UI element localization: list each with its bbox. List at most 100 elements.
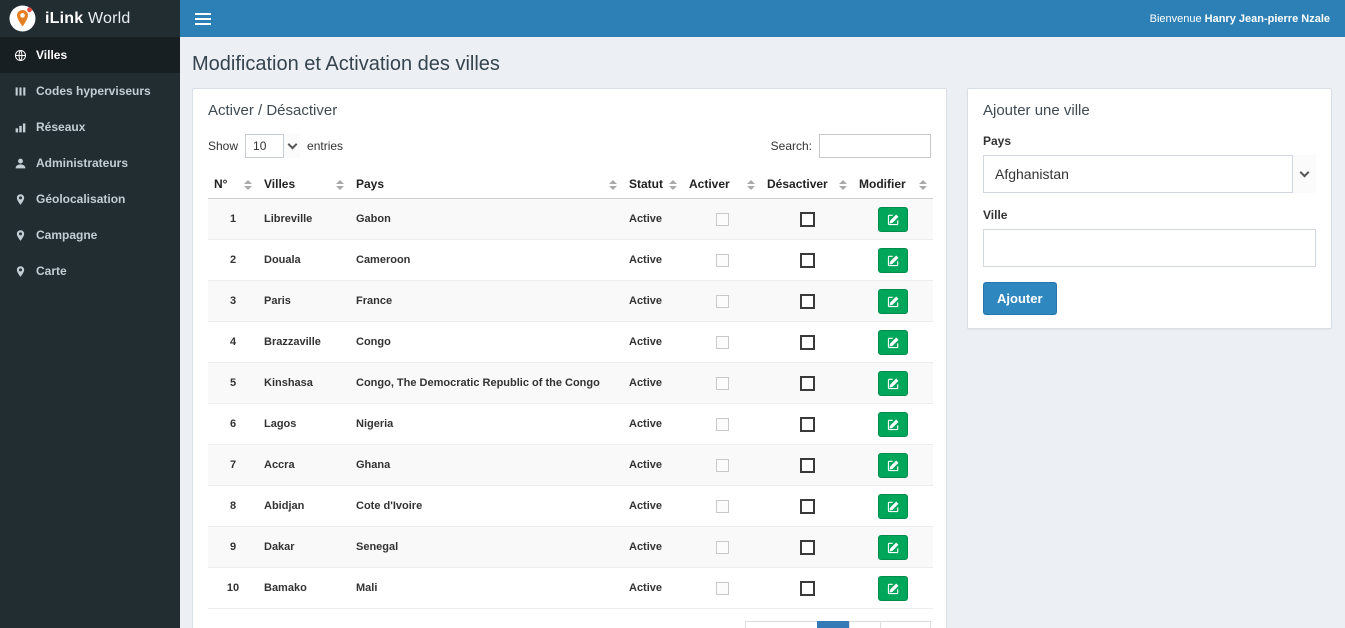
- column-header-statut[interactable]: Statut: [623, 170, 683, 199]
- column-header-modifier[interactable]: Modifier: [853, 170, 933, 199]
- modifier-button[interactable]: [878, 370, 908, 396]
- activer-checkbox: [715, 294, 729, 308]
- sidebar-item-geolocalisation[interactable]: Géolocalisation: [0, 181, 180, 217]
- row-number-cell: 4: [208, 321, 258, 363]
- pagination: Previous 1 2 Next: [745, 621, 931, 628]
- sidebar-item-codes-hyperviseurs[interactable]: Codes hyperviseurs: [0, 73, 180, 109]
- column-header-activer[interactable]: Activer: [683, 170, 761, 199]
- modifier-button[interactable]: [878, 329, 908, 355]
- pays-label: Pays: [983, 134, 1012, 148]
- statut-cell: Active: [623, 198, 683, 240]
- desactiver-checkbox[interactable]: [799, 252, 815, 268]
- activer-checkbox: [715, 540, 729, 554]
- panel-title: Activer / Désactiver: [208, 102, 338, 119]
- edit-pencil-icon: [887, 296, 898, 307]
- modifier-button[interactable]: [878, 288, 908, 314]
- table-row: 3 Paris France Active: [208, 280, 933, 322]
- activer-checkbox: [715, 417, 729, 431]
- modifier-button[interactable]: [878, 493, 908, 519]
- sidebar-item-label: Carte: [36, 264, 67, 278]
- row-number-cell: 7: [208, 444, 258, 486]
- brand[interactable]: iLink World: [0, 0, 180, 37]
- activer-desactiver-panel: Activer / Désactiver Show 10 entries Sea…: [192, 88, 947, 628]
- desactiver-checkbox[interactable]: [799, 293, 815, 309]
- sidebar: Villes Codes hyperviseurs Réseaux Admini…: [0, 37, 180, 628]
- top-navbar: iLink World Bienvenue Hanry Jean-pierre …: [0, 0, 1345, 37]
- modifier-button[interactable]: [878, 575, 908, 601]
- modifier-button[interactable]: [878, 206, 908, 232]
- sidebar-item-villes[interactable]: Villes: [0, 37, 180, 73]
- sidebar-item-label: Codes hyperviseurs: [36, 84, 151, 98]
- app-logo-icon: [9, 5, 36, 32]
- statut-cell: Active: [623, 526, 683, 568]
- statut-cell: Active: [623, 321, 683, 363]
- sort-icon[interactable]: [244, 180, 252, 190]
- chart-bars-icon: [15, 122, 26, 132]
- search-input[interactable]: [819, 134, 931, 158]
- search-label: Search:: [770, 139, 812, 153]
- table-info: Showing 1 to 10 of 17 entries: [208, 621, 373, 628]
- desactiver-checkbox[interactable]: [799, 375, 815, 391]
- page-length-select[interactable]: 10: [245, 134, 301, 158]
- sidebar-item-carte[interactable]: Carte: [0, 253, 180, 289]
- column-header-desactiver[interactable]: Désactiver: [761, 170, 853, 199]
- sort-icon[interactable]: [919, 180, 927, 190]
- column-header-villes[interactable]: Villes: [258, 170, 350, 199]
- pagination-next-button[interactable]: Next: [880, 621, 931, 628]
- sort-icon[interactable]: [669, 180, 677, 190]
- modifier-button[interactable]: [878, 452, 908, 478]
- pays-select[interactable]: Afghanistan: [983, 155, 1316, 193]
- sort-icon[interactable]: [609, 180, 617, 190]
- column-header-pays[interactable]: Pays: [350, 170, 623, 199]
- sidebar-item-label: Réseaux: [36, 120, 86, 134]
- table-row: 8 Abidjan Cote d'Ivoire Active: [208, 485, 933, 527]
- sidebar-toggle-icon[interactable]: [195, 12, 211, 25]
- modifier-button[interactable]: [878, 534, 908, 560]
- modifier-button[interactable]: [878, 247, 908, 273]
- edit-pencil-icon: [887, 542, 898, 553]
- ville-cell: Paris: [258, 280, 350, 322]
- sidebar-item-label: Administrateurs: [36, 156, 129, 170]
- activer-checkbox: [715, 499, 729, 513]
- pagination-page-2-button[interactable]: 2: [848, 621, 882, 628]
- sidebar-item-campagne[interactable]: Campagne: [0, 217, 180, 253]
- statut-cell: Active: [623, 567, 683, 609]
- bars-icon: [15, 86, 26, 96]
- show-label: Show: [208, 139, 239, 153]
- row-number-cell: 3: [208, 280, 258, 322]
- sort-icon[interactable]: [336, 180, 344, 190]
- desactiver-checkbox[interactable]: [799, 457, 815, 473]
- ajouter-button[interactable]: Ajouter: [983, 282, 1057, 315]
- row-number-cell: 8: [208, 485, 258, 527]
- sort-icon[interactable]: [747, 180, 755, 190]
- pagination-previous-button[interactable]: Previous: [745, 621, 818, 628]
- modifier-button[interactable]: [878, 411, 908, 437]
- pays-cell: Congo: [350, 321, 623, 363]
- sort-icon[interactable]: [839, 180, 847, 190]
- row-number-cell: 1: [208, 198, 258, 240]
- panel-title: Ajouter une ville: [983, 102, 1090, 119]
- desactiver-checkbox[interactable]: [799, 211, 815, 227]
- sidebar-item-administrateurs[interactable]: Administrateurs: [0, 145, 180, 181]
- desactiver-checkbox[interactable]: [799, 334, 815, 350]
- pays-cell: Cote d'Ivoire: [350, 485, 623, 527]
- table-row: 6 Lagos Nigeria Active: [208, 403, 933, 445]
- edit-pencil-icon: [887, 583, 898, 594]
- desactiver-checkbox[interactable]: [799, 498, 815, 514]
- sidebar-item-label: Campagne: [36, 228, 98, 242]
- ville-input[interactable]: [983, 229, 1316, 267]
- table-row: 4 Brazzaville Congo Active: [208, 321, 933, 363]
- pays-cell: Nigeria: [350, 403, 623, 445]
- desactiver-checkbox[interactable]: [799, 539, 815, 555]
- villes-table: N° Villes Pays Statut Activer Désactiver…: [208, 170, 933, 609]
- desactiver-checkbox[interactable]: [799, 416, 815, 432]
- pays-cell: Senegal: [350, 526, 623, 568]
- statut-cell: Active: [623, 239, 683, 281]
- datatable-footer: Showing 1 to 10 of 17 entries Previous 1…: [208, 621, 931, 628]
- ville-cell: Accra: [258, 444, 350, 486]
- activer-checkbox: [715, 376, 729, 390]
- column-header-num[interactable]: N°: [208, 170, 258, 199]
- pagination-page-1-button[interactable]: 1: [816, 621, 850, 628]
- sidebar-item-reseaux[interactable]: Réseaux: [0, 109, 180, 145]
- desactiver-checkbox[interactable]: [799, 580, 815, 596]
